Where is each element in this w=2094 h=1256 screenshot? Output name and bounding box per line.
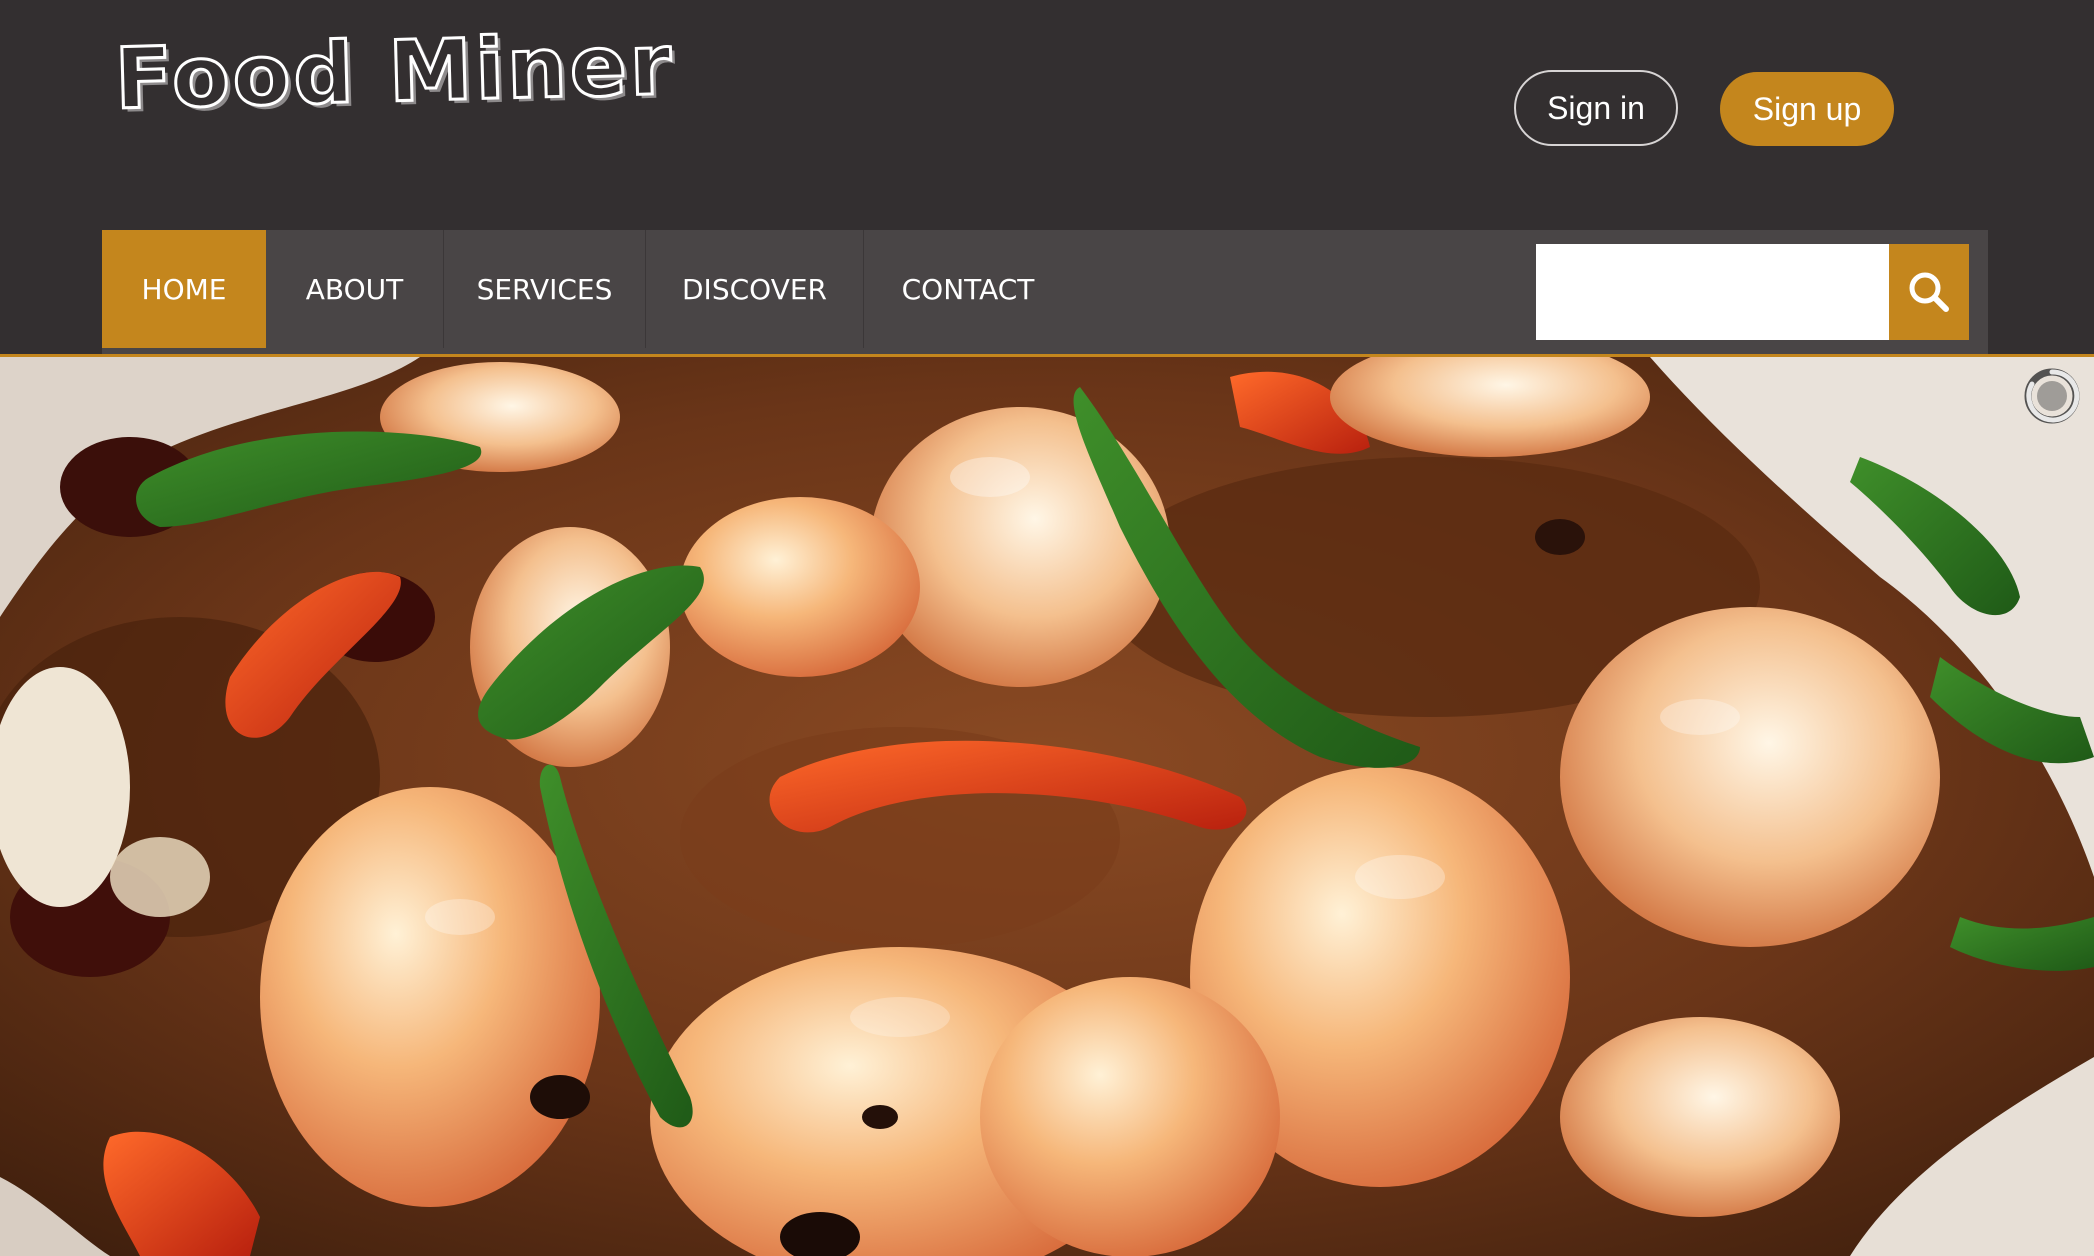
sign-in-button[interactable]: Sign in [1514,70,1678,146]
site-logo[interactable]: Food Miner [112,14,677,130]
nav-item-contact[interactable]: CONTACT [864,230,1072,348]
loading-spinner-icon [2024,368,2080,424]
sign-up-button[interactable]: Sign up [1720,72,1894,146]
main-navbar: HOME ABOUT SERVICES DISCOVER CONTACT [102,230,1988,354]
nav-menu: HOME ABOUT SERVICES DISCOVER CONTACT [102,230,1072,348]
nav-item-about[interactable]: ABOUT [266,230,444,348]
search-icon [1909,272,1949,312]
site-header: Food Miner Sign in Sign up HOME ABOUT SE… [0,0,2094,355]
shrimp-dish-photo [0,357,2094,1256]
nav-item-home[interactable]: HOME [102,230,266,348]
nav-item-discover[interactable]: DISCOVER [646,230,864,348]
nav-item-services[interactable]: SERVICES [444,230,646,348]
hero-image [0,357,2094,1256]
search-button[interactable] [1889,244,1969,340]
search-input[interactable] [1536,244,1890,340]
